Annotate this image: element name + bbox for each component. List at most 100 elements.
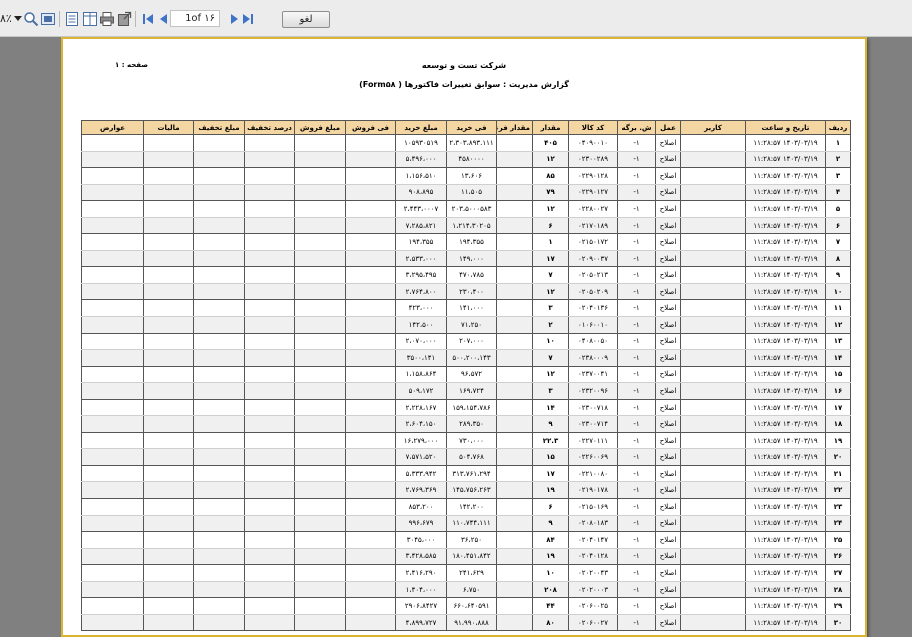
cell-item-code: ۰۲۳۰۰۷۱۸ — [568, 399, 618, 417]
zoom-dropdown-arrow-icon[interactable] — [14, 16, 22, 21]
cell-action: اصلاح — [655, 597, 681, 615]
cell-sheet-number: ۱- — [617, 498, 656, 516]
cell-sale-price — [345, 200, 396, 218]
table-row: ۷ ۱۴۰۳/۰۳/۱۹ ۱۱:۲۸:۵۷ اصلاح ۱- ۰۲۱۵۰۱۷۲ ۱ ۱۹۴،… — [81, 233, 851, 251]
header-sale-price: فی فروش — [345, 120, 396, 135]
cell-discount-percent — [244, 614, 295, 632]
cell-purchase-price: ۱۴۱،۰۰۰ — [446, 299, 497, 318]
print-icon[interactable] — [99, 11, 115, 27]
single-page-icon[interactable] — [64, 11, 80, 27]
multi-page-icon[interactable] — [82, 11, 98, 27]
cell-quantity: ۱ — [532, 233, 569, 251]
cell-tax — [143, 366, 194, 384]
cell-sale-price — [345, 283, 396, 301]
cell-sale-amount — [294, 333, 346, 351]
cell-tax — [143, 465, 194, 483]
cell-row-number: ۲۵ — [825, 531, 851, 549]
cell-row-number: ۲۴ — [825, 515, 851, 533]
cell-purchase-amount: ۱۴۲،۵۰۰ — [395, 316, 447, 334]
cancel-button[interactable]: لغو — [282, 11, 330, 28]
cell-sale-price — [345, 134, 396, 152]
cell-datetime: ۱۴۰۳/۰۳/۱۹ ۱۱:۲۸:۵۷ — [745, 415, 826, 433]
cell-purchase-amount: ۱۶،۲۷۹،۰۰۰ — [395, 432, 447, 450]
cell-discount-amount — [193, 266, 245, 284]
table-row: ۲ ۱۴۰۳/۰۳/۱۹ ۱۱:۲۸:۵۷ اصلاح ۱- ۰۲۳۰۰۲۸۹ ۱۲ ۴۵۸… — [81, 151, 851, 169]
cell-duties — [81, 515, 144, 533]
cell-sale-amount — [294, 415, 346, 433]
header-sale-amount: مبلغ فروش — [294, 120, 346, 135]
header-sheet-number: ش. برگه — [617, 120, 656, 135]
cell-discount-percent — [244, 299, 295, 318]
cell-purchase-price: ۶۶۰،۶۴۰۵۹۱ — [446, 597, 497, 615]
table-row: ۴ ۱۴۰۳/۰۳/۱۹ ۱۱:۲۸:۵۷ اصلاح ۱- ۰۲۲۹۰۱۲۷ ۷۹ ۱۱،… — [81, 184, 851, 202]
cell-sale-price — [345, 465, 396, 483]
cell-sale-amount — [294, 448, 346, 466]
cell-user — [680, 415, 746, 433]
cell-sale-price — [345, 299, 396, 318]
header-quantity: مقدار — [532, 120, 569, 135]
cell-sub-quantity — [496, 266, 533, 284]
cell-discount-percent — [244, 250, 295, 268]
cell-item-code: ۰۲۰۲۰۰۰۳ — [568, 581, 618, 599]
cell-sale-amount — [294, 250, 346, 268]
cell-action: اصلاح — [655, 564, 681, 582]
cell-quantity: ۶ — [532, 217, 569, 235]
cell-user — [680, 200, 746, 218]
first-page-icon[interactable] — [140, 11, 156, 27]
cell-datetime: ۱۴۰۳/۰۳/۱۹ ۱۱:۲۸:۵۷ — [745, 233, 826, 251]
cell-duties — [81, 564, 144, 582]
export-icon[interactable] — [116, 11, 132, 27]
cell-sale-amount — [294, 283, 346, 301]
cell-item-code: ۰۲۲۷۰۱۱۱ — [568, 432, 618, 450]
cell-purchase-price: ۵۰۰،۲۰۰،۱۴۳ — [446, 349, 497, 367]
cell-sub-quantity — [496, 399, 533, 417]
cell-purchase-amount: ۹۹۶،۶۷۹ — [395, 515, 447, 533]
cell-quantity: ۳ — [532, 382, 569, 400]
cell-datetime: ۱۴۰۳/۰۳/۱۹ ۱۱:۲۸:۵۷ — [745, 366, 826, 384]
cell-quantity: ۲۲.۳ — [532, 432, 569, 450]
cell-sheet-number: ۱- — [617, 151, 656, 169]
cell-item-code: ۰۲۲۱۰۰۸۰ — [568, 465, 618, 483]
cell-action: اصلاح — [655, 465, 681, 483]
table-row: ۱۸ ۱۴۰۳/۰۳/۱۹ ۱۱:۲۸:۵۷ اصلاح ۱- ۰۲۳۰۰۷۱۴ ۹ ۲۸۹… — [81, 415, 851, 433]
toolbar-separator — [135, 11, 136, 27]
table-row: ۱۶ ۱۴۰۳/۰۳/۱۹ ۱۱:۲۸:۵۷ اصلاح ۱- ۰۲۳۲۰۰۹۶ ۳ ۱۶۹… — [81, 382, 851, 400]
cell-row-number: ۲۹ — [825, 597, 851, 615]
cell-discount-percent — [244, 217, 295, 235]
cell-quantity: ۱۲ — [532, 151, 569, 169]
cell-action: اصلاح — [655, 432, 681, 450]
cell-action: اصلاح — [655, 382, 681, 400]
cell-purchase-price: ۱۱،۵۰۵ — [446, 184, 497, 202]
cell-tax — [143, 200, 194, 218]
cell-quantity: ۹ — [532, 415, 569, 433]
cell-tax — [143, 448, 194, 466]
zoom-level[interactable]: ۸٪ — [0, 12, 12, 28]
cell-sheet-number: ۱- — [617, 548, 656, 566]
cell-sale-price — [345, 399, 396, 417]
cell-item-code: ۰۲۲۶۰۰۶۹ — [568, 448, 618, 466]
zoom-magnifier-icon[interactable] — [23, 11, 39, 27]
cell-purchase-amount: ۲،۷۶۴،۸۰۰ — [395, 283, 447, 301]
cell-discount-percent — [244, 415, 295, 433]
cell-action: اصلاح — [655, 498, 681, 516]
cell-row-number: ۷ — [825, 233, 851, 251]
cell-discount-amount — [193, 184, 245, 202]
last-page-icon[interactable] — [240, 11, 256, 27]
cell-item-code: ۰۲۱۷۰۱۸۹ — [568, 217, 618, 235]
cell-row-number: ۱۷ — [825, 399, 851, 417]
cell-datetime: ۱۴۰۳/۰۳/۱۹ ۱۱:۲۸:۵۷ — [745, 184, 826, 202]
page-number-input[interactable]: 1of ١۶ — [170, 10, 220, 27]
cell-duties — [81, 399, 144, 417]
cell-tax — [143, 548, 194, 566]
cell-action: اصلاح — [655, 548, 681, 566]
cell-duties — [81, 250, 144, 268]
cell-datetime: ۱۴۰۳/۰۳/۱۹ ۱۱:۲۸:۵۷ — [745, 481, 826, 500]
cell-discount-amount — [193, 415, 245, 433]
cell-duties — [81, 200, 144, 218]
fit-page-icon[interactable] — [40, 11, 56, 27]
cell-sale-amount — [294, 465, 346, 483]
cell-item-code: ۰۲۳۲۰۰۹۶ — [568, 382, 618, 400]
report-page: صفحه : ۱ شرکت تست و توسعه گزارش مدیریت :… — [61, 37, 867, 637]
cell-duties — [81, 481, 144, 500]
cell-quantity: ۱۹ — [532, 548, 569, 566]
